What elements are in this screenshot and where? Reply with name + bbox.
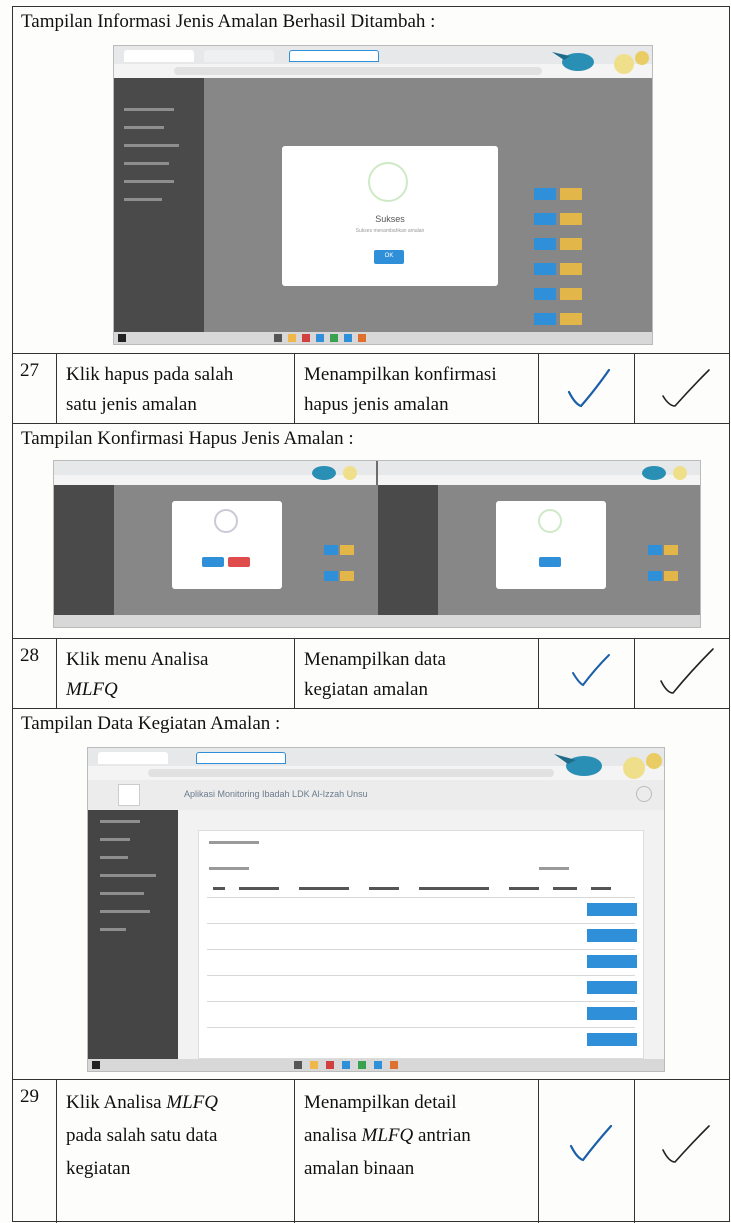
success-modal: Sukses Sukses menambahkan amalan OK	[282, 146, 498, 286]
screenshot-activity-data: Aplikasi Monitoring Ibadah LDK Al-Izzah …	[87, 747, 665, 1072]
bird-decoration-icon	[312, 466, 357, 480]
step-result: Menampilkan detail analisa MLFQ antrian …	[304, 1092, 471, 1179]
windows-taskbar	[54, 615, 700, 627]
caption-row-success: Tampilan Informasi Jenis Amalan Berhasil…	[13, 7, 729, 354]
step-action: Klik hapus pada salah satu jenis amalan	[66, 364, 234, 415]
bird-decoration-icon	[642, 466, 687, 480]
handwritten-check-icon	[567, 368, 611, 408]
app-sidebar	[114, 78, 204, 332]
avatar[interactable]	[636, 786, 652, 802]
handwritten-check-icon	[660, 648, 714, 694]
confirm-yes-button[interactable]	[202, 557, 224, 567]
caption-row-delete-confirm: Tampilan Konfirmasi Hapus Jenis Amalan :	[13, 424, 729, 639]
deleted-modal	[496, 501, 606, 589]
windows-taskbar	[88, 1059, 664, 1071]
app-content	[178, 810, 664, 1059]
test-table: Tampilan Informasi Jenis Amalan Berhasil…	[12, 6, 730, 1223]
info-circle-icon	[214, 509, 238, 533]
document-page: Tampilan Informasi Jenis Amalan Berhasil…	[0, 0, 731, 1223]
handwritten-check-icon	[572, 654, 610, 687]
ok-button[interactable]: OK	[374, 250, 404, 264]
ok-button[interactable]	[539, 557, 561, 567]
step-number: 29	[20, 1086, 39, 1107]
check-circle-icon	[538, 509, 562, 533]
windows-taskbar	[114, 332, 652, 344]
app-title: Aplikasi Monitoring Ibadah LDK Al-Izzah …	[184, 789, 368, 799]
step-row-27: 27 Klik hapus pada salah satu jenis amal…	[13, 354, 729, 424]
confirm-modal	[172, 501, 282, 589]
handwritten-check-icon	[569, 1124, 613, 1162]
step-number: 28	[20, 645, 39, 666]
app-logo	[118, 784, 140, 806]
step-number: 27	[20, 360, 39, 381]
step-action: Klik menu Analisa MLFQ	[66, 649, 209, 700]
step-row-28: 28 Klik menu Analisa MLFQ Menampilkan da…	[13, 639, 729, 709]
screenshot-success-added: Sukses Sukses menambahkan amalan OK	[113, 45, 653, 345]
modal-message: Sukses menambahkan amalan	[355, 228, 425, 234]
app-header: Aplikasi Monitoring Ibadah LDK Al-Izzah …	[88, 780, 664, 810]
step-row-29: 29 Klik Analisa MLFQ pada salah satu dat…	[13, 1080, 729, 1223]
confirm-cancel-button[interactable]	[228, 557, 250, 567]
app-sidebar	[88, 810, 178, 1059]
screenshot-delete-confirm	[53, 460, 701, 628]
handwritten-check-icon	[662, 369, 710, 407]
bird-decoration-icon	[552, 51, 649, 74]
caption-delete-confirm: Tampilan Konfirmasi Hapus Jenis Amalan :	[21, 428, 354, 449]
modal-title: Sukses	[375, 214, 405, 224]
check-circle-icon	[368, 162, 408, 202]
handwritten-check-icon	[662, 1125, 710, 1163]
data-card	[198, 830, 644, 1059]
step-action: Klik Analisa MLFQ pada salah satu data k…	[66, 1092, 219, 1179]
step-result: Menampilkan data kegiatan amalan	[304, 649, 446, 700]
caption-activity-data: Tampilan Data Kegiatan Amalan :	[21, 713, 281, 734]
step-result: Menampilkan konfirmasi hapus jenis amala…	[304, 364, 497, 415]
caption-row-activity-data: Tampilan Data Kegiatan Amalan : Aplikasi…	[13, 709, 729, 1080]
caption-success: Tampilan Informasi Jenis Amalan Berhasil…	[21, 11, 436, 32]
